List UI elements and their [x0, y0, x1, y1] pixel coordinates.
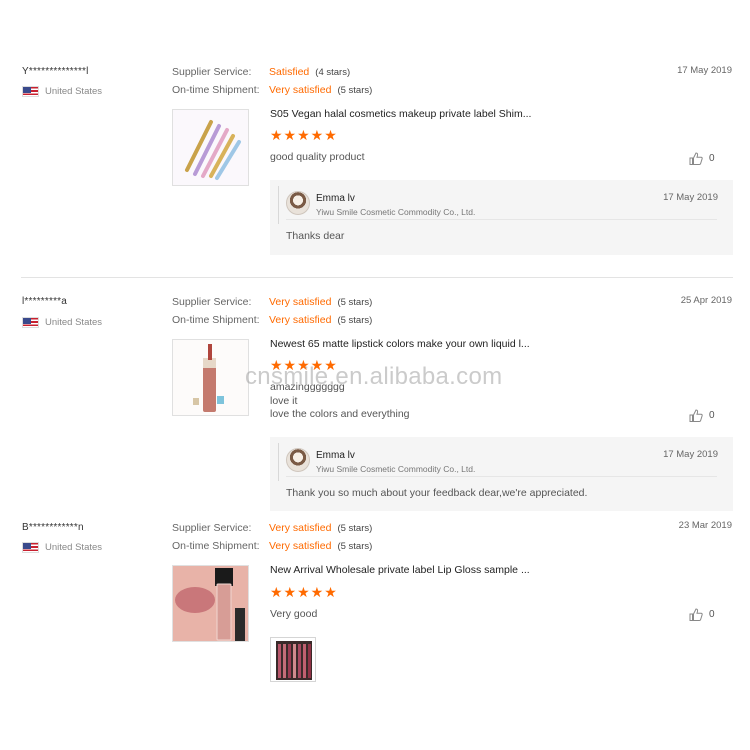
like-button[interactable]: 0 [689, 608, 715, 621]
watermark: cnsmile.en.alibaba.com [245, 363, 503, 390]
review-item: B************n United States Supplier Se… [0, 0, 750, 700]
supplier-service-value: Very satisfied [269, 522, 332, 534]
country-label: United States [45, 542, 103, 553]
review-date: 23 Mar 2019 [678, 520, 732, 531]
shipment-label: On-time Shipment: [172, 540, 260, 552]
reviewer-name: B************n [22, 522, 84, 533]
us-flag-icon [22, 542, 39, 553]
thumbs-up-icon [689, 608, 703, 621]
comment-line: Very good [270, 608, 318, 620]
shipment-stars: (5 stars) [337, 541, 373, 552]
like-count: 0 [709, 609, 715, 620]
product-title-link[interactable]: New Arrival Wholesale private label Lip … [270, 564, 530, 576]
reviewer-country: United States [22, 542, 102, 553]
review-comment: Very good [270, 608, 317, 622]
supplier-service-stars: (5 stars) [337, 523, 373, 534]
shipment-rating: On-time Shipment: Very satisfied (5 star… [172, 540, 372, 552]
product-thumbnail[interactable] [172, 565, 249, 642]
shipment-value: Very satisfied [269, 540, 332, 552]
supplier-service-label: Supplier Service: [172, 522, 252, 534]
supplier-service-rating: Supplier Service: Very satisfied (5 star… [172, 522, 372, 534]
review-photo-thumbnail[interactable] [270, 637, 316, 682]
rating-stars: ★★★★★ [270, 584, 338, 600]
